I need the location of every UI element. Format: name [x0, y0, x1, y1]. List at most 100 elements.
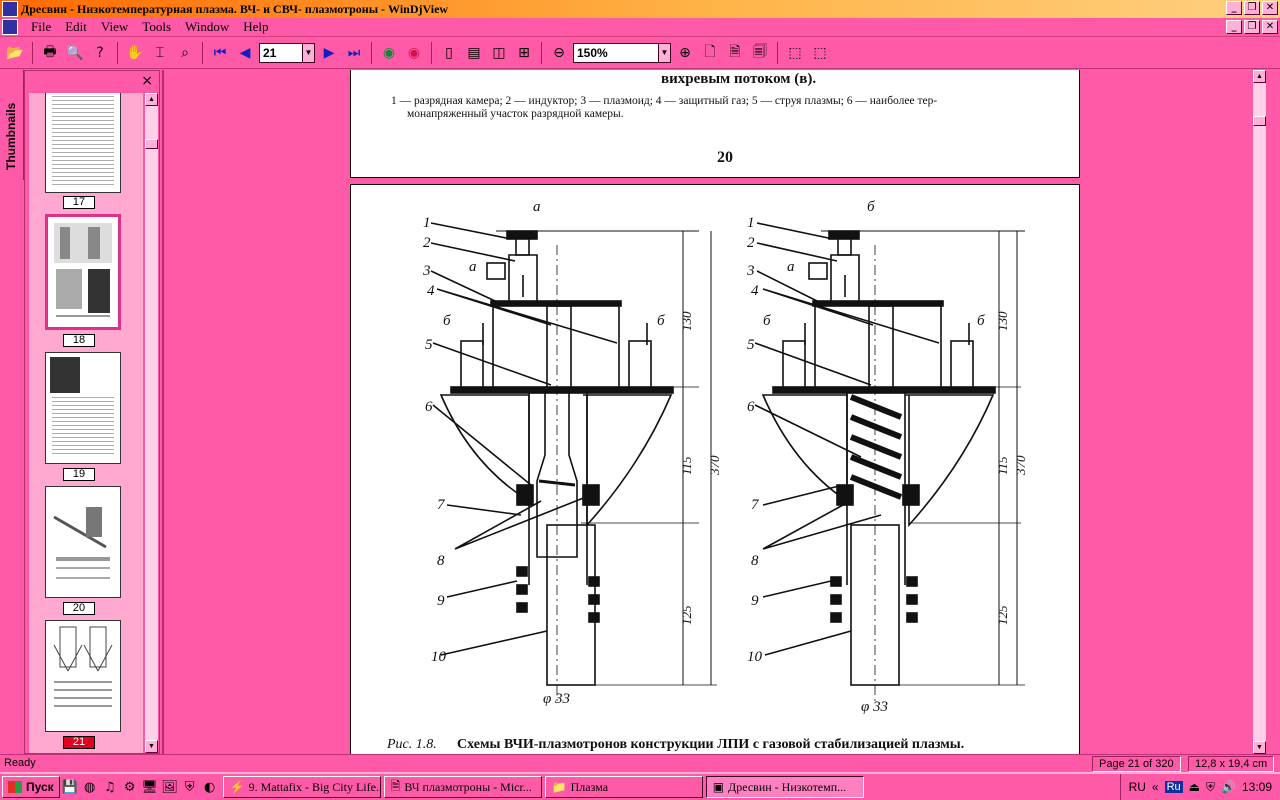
close-icon[interactable]: × — [141, 73, 153, 89]
continuous-facing-icon[interactable]: ⊞ — [513, 42, 535, 64]
menu-file[interactable]: File — [24, 19, 58, 35]
dim-125: 125 — [679, 605, 694, 625]
doc-minimize-button[interactable]: _ — [1226, 20, 1242, 34]
close-button[interactable]: ✕ — [1262, 1, 1278, 15]
thumbnail-scrollbar[interactable]: ▲ ▼ — [145, 93, 158, 753]
computer-icon[interactable]: 🖥 — [140, 777, 160, 797]
select-tool-icon[interactable]: ⌶ — [149, 42, 171, 64]
start-label: Пуск — [26, 780, 54, 794]
callout-7: 7 — [751, 497, 760, 513]
hand-tool-icon[interactable]: ✋ — [124, 42, 146, 64]
scroll-down-icon[interactable]: ▼ — [145, 740, 158, 753]
thumbnail-page-21[interactable] — [45, 620, 121, 732]
forward-icon[interactable]: ◉ — [403, 42, 425, 64]
menu-window[interactable]: Window — [178, 19, 236, 35]
document-scrollbar[interactable]: ▲ ▼ — [1253, 70, 1266, 754]
chevron-down-icon[interactable]: ▼ — [302, 44, 314, 62]
inlet-label-b: б — [763, 313, 771, 329]
callout-5: 5 — [747, 337, 755, 353]
thumbnail-page-17[interactable] — [45, 93, 121, 193]
task-word[interactable]: 🗎 ВЧ плазмотроны - Micr... — [383, 776, 542, 798]
scroll-down-icon[interactable]: ▼ — [1253, 741, 1266, 754]
back-icon[interactable]: ◉ — [378, 42, 400, 64]
task-winamp[interactable]: ⚡ 9. Mattafix - Big City Life... — [222, 776, 381, 798]
doc-close-button[interactable]: ✕ — [1262, 20, 1278, 34]
last-page-icon[interactable]: ⏭ — [343, 42, 365, 64]
page-number-value: 21 — [263, 46, 277, 60]
continuous-icon[interactable]: ▤ — [463, 42, 485, 64]
single-page-icon[interactable]: ▯ — [438, 42, 460, 64]
prev-page-icon[interactable]: ◀ — [234, 42, 256, 64]
chevron-down-icon[interactable]: ▼ — [658, 44, 670, 62]
next-page-icon[interactable]: ▶ — [318, 42, 340, 64]
toolbar-separator — [541, 42, 542, 64]
usb-icon[interactable]: ⏏ — [1189, 780, 1200, 794]
actual-size-icon[interactable]: 🗐 — [749, 42, 771, 64]
task-label: Плазма — [570, 779, 609, 794]
media-icon[interactable]: ♫ — [100, 777, 120, 797]
callout-1: 1 — [747, 215, 755, 231]
network-icon[interactable]: ⚙ — [120, 777, 140, 797]
menu-tools[interactable]: Tools — [135, 19, 178, 35]
restore-button[interactable]: ❐ — [1244, 1, 1260, 15]
save-icon[interactable]: 💾 — [60, 777, 80, 797]
callout-4: 4 — [751, 283, 759, 299]
fit-width-icon[interactable]: 🗎 — [724, 42, 746, 64]
doc-restore-button[interactable]: ❐ — [1244, 20, 1260, 34]
toolbar: 📂 🖶 🔍 ? ✋ ⌶ ⌕ ⏮ ◀ 21 ▼ ▶ ⏭ ◉ ◉ ▯ ▤ ◫ ⊞ ⊖… — [0, 38, 1280, 69]
tray-expand-icon[interactable]: « — [1152, 780, 1159, 794]
thumbnail-figure — [53, 626, 113, 707]
thumbnail-page-19[interactable] — [45, 352, 121, 464]
status-text: Ready — [4, 757, 36, 769]
callout-5: 5 — [425, 337, 433, 353]
print-icon[interactable]: 🖶 — [39, 42, 61, 64]
callout-3: 3 — [422, 263, 431, 279]
browser-icon[interactable]: ◍ — [80, 777, 100, 797]
task-label: Дресвин - Низкотемп... — [728, 779, 847, 794]
toolbar-separator — [431, 42, 432, 64]
page-indicator: Page 21 of 320 — [1092, 756, 1181, 772]
scroll-thumb[interactable] — [1253, 116, 1266, 126]
minimize-button[interactable]: _ — [1226, 1, 1242, 15]
scroll-up-icon[interactable]: ▲ — [145, 93, 158, 106]
inlet-label-a-right: а — [787, 259, 795, 275]
thumbnail-page-20[interactable] — [45, 486, 121, 598]
thumbnails-tab[interactable]: Thumbnails — [0, 70, 24, 180]
language-label[interactable]: RU — [1129, 780, 1146, 794]
antivirus-icon[interactable]: ⛨ — [1206, 780, 1215, 795]
help-icon[interactable]: ? — [89, 42, 111, 64]
zoom-tool-icon[interactable]: ⌕ — [174, 42, 196, 64]
open-folder-icon[interactable]: 📂 — [4, 42, 26, 64]
scroll-up-icon[interactable]: ▲ — [1253, 70, 1266, 83]
menu-view[interactable]: View — [94, 19, 135, 35]
keyboard-layout[interactable]: Ru — [1164, 781, 1183, 793]
fit-page-icon[interactable]: 🗋 — [699, 42, 721, 64]
zoom-field[interactable]: 150% ▼ — [573, 43, 671, 63]
zoom-in-icon[interactable]: ⊕ — [674, 42, 696, 64]
document-viewer[interactable]: вихревым потоком (в). 1 — разрядная каме… — [162, 70, 1266, 754]
find-icon[interactable]: 🔍 — [64, 42, 86, 64]
figure-caption: Схемы ВЧИ-плазмотронов конструкции ЛПИ с… — [457, 737, 965, 752]
start-button[interactable]: Пуск — [2, 776, 60, 798]
facing-pages-icon[interactable]: ◫ — [488, 42, 510, 64]
document-icon[interactable] — [2, 19, 18, 35]
menu-edit[interactable]: Edit — [58, 19, 94, 35]
task-windjview[interactable]: ▣ Дресвин - Низкотемп... — [705, 776, 864, 798]
clock[interactable]: 13:09 — [1242, 780, 1272, 794]
rotate-left-icon[interactable]: ⬚ — [784, 42, 806, 64]
inlet-label-b: б — [443, 313, 451, 329]
volume-icon[interactable]: 🔊 — [1221, 780, 1236, 794]
task-folder[interactable]: 📁 Плазма — [544, 776, 703, 798]
thumbnail-label: 17 — [63, 196, 95, 209]
menu-help[interactable]: Help — [236, 19, 275, 35]
zoom-out-icon[interactable]: ⊖ — [548, 42, 570, 64]
first-page-icon[interactable]: ⏮ — [209, 42, 231, 64]
rotate-right-icon[interactable]: ⬚ — [809, 42, 831, 64]
scroll-thumb[interactable] — [145, 139, 158, 149]
thumbnail-page-18[interactable] — [45, 214, 121, 330]
picture-icon[interactable]: 🖼 — [160, 777, 180, 797]
page-number-field[interactable]: 21 ▼ — [259, 43, 315, 63]
player-icon[interactable]: ◐ — [200, 777, 220, 797]
shield-icon[interactable]: ⛨ — [180, 777, 200, 797]
windjview-icon: ▣ — [712, 779, 725, 794]
